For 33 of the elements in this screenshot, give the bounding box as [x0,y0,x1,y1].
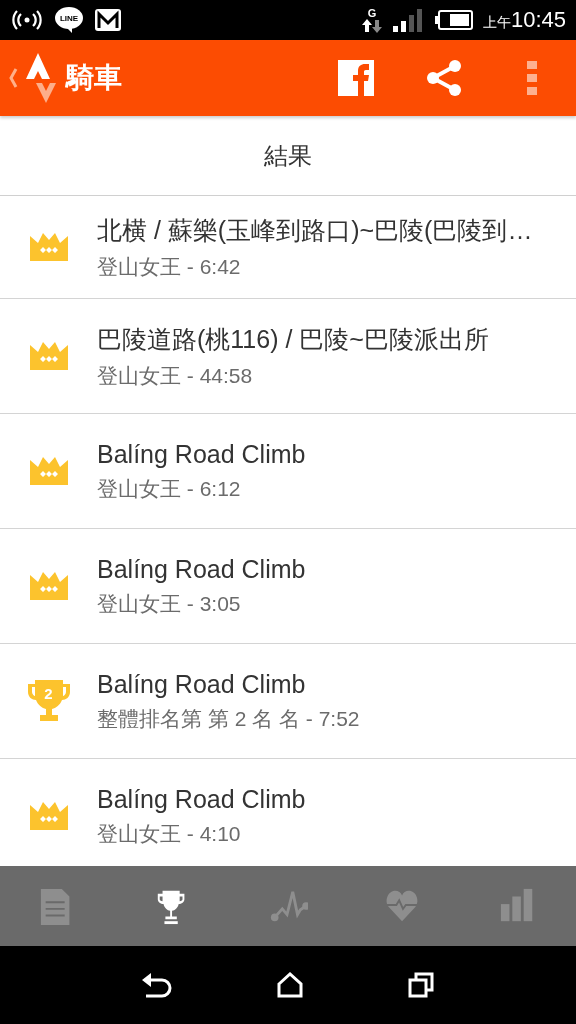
mail-icon [94,8,122,32]
achievement-result: 登山女王 - 6:42 [97,253,242,280]
facebook-icon[interactable] [338,60,374,96]
time-period: 上午 [482,14,511,32]
achievement-result: 登山女王 - 4:10 [97,820,242,847]
crown-icon [29,233,68,261]
overflow-menu-icon[interactable] [527,61,537,95]
achievement-result: 登山女王 - 6:12 [97,475,242,502]
share-icon[interactable] [425,59,463,97]
data-arrows-icon [361,18,382,33]
home-icon[interactable] [277,972,303,998]
achievement-result: 登山女王 - 3:05 [97,590,242,617]
app-title: 騎車 [66,61,122,95]
section-title: 結果 [264,140,312,171]
recent-apps-icon[interactable] [407,972,434,998]
crown-icon [29,457,68,485]
network-type-label: G [367,7,377,19]
battery-icon [434,10,473,30]
segment-name[interactable]: 巴陵道路(桃116) / 巴陵~巴陵派出所 [97,322,489,356]
signal-icon [392,8,425,32]
segment-name[interactable]: Balíng Road Climb [97,669,360,699]
crown-icon [29,572,68,600]
crown-icon [29,802,68,830]
segment-name[interactable]: Balíng Road Climb [97,554,306,584]
achievement-result: 整體排名第 第 2 名 名 - 7:52 [97,705,360,732]
hotspot-icon [10,9,44,31]
crown-icon [29,342,68,370]
segment-name[interactable]: 北横 / 蘇樂(玉峰到路口)~巴陵(巴陵到… [97,213,533,247]
achievement-result: 登山女王 - 44:58 [97,362,254,389]
segment-name[interactable]: Balíng Road Climb [97,439,306,469]
clock-time: 10:45 [510,7,566,33]
segment-name[interactable]: Balíng Road Climb [97,784,306,814]
back-icon[interactable] [142,972,173,998]
